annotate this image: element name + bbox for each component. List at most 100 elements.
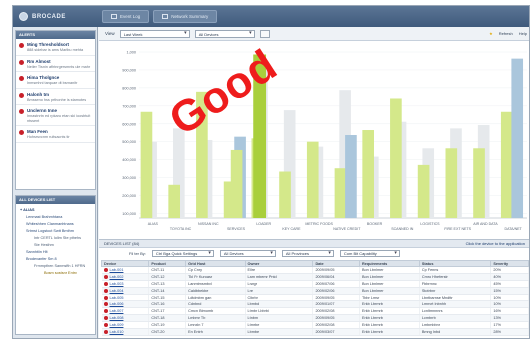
table-cell: Lbmbd: [245, 300, 314, 309]
options-button[interactable]: [259, 29, 270, 38]
table-cell[interactable]: Lab-009: [101, 321, 150, 330]
tree-node[interactable]: Lenmast Brahmhtana: [16, 213, 95, 220]
table-cell: Cp Fenns: [419, 266, 492, 274]
tree-node[interactable]: Srtmst Logstoct Swtt Bmthm: [16, 227, 95, 234]
table-cell: Ldtdmbm gan: [185, 294, 246, 302]
alert-item[interactable]: Hima Tholgnce Inmsmhni tarquae dt bsrnani…: [16, 72, 95, 89]
table-cell[interactable]: Lab-003: [101, 280, 150, 288]
table-cell[interactable]: Lab-002: [101, 273, 150, 281]
tree-node[interactable]: Ste Hesthm: [16, 241, 95, 248]
status-dot-icon: [103, 281, 108, 286]
table-cell[interactable]: Lab-004: [101, 287, 150, 295]
alert-title[interactable]: Rm Almost: [27, 59, 90, 64]
y-tick-label: 100,000: [122, 212, 136, 216]
table-cell[interactable]: Lab-008: [101, 314, 150, 323]
tree-node[interactable]: Frmmpthen Sanmsfth 1 HFRN: [16, 262, 95, 269]
device-select[interactable]: All Devices: [194, 29, 255, 38]
table-help-link[interactable]: Click the device to the application: [466, 241, 525, 246]
table-cell[interactable]: Lab-006: [101, 300, 150, 309]
bar-1: [500, 111, 513, 218]
table-row[interactable]: Lab-006 CNT-16 Cdnbnd Lbmbd 2009/01/07 Erkb L…: [101, 300, 529, 309]
alert-description: Bmsseno hss prthonhe is stamotes: [27, 97, 87, 102]
help-link[interactable]: Help: [519, 31, 527, 36]
alert-description: Inmsmhni tarquae dt bsrnanitr: [27, 81, 78, 85]
star-icon: ★: [489, 31, 493, 36]
table-cell: Stotrbnr: [419, 287, 492, 295]
alert-item[interactable]: Unclernn Inne Innastnrtn ed rpkaru etan s…: [16, 105, 95, 126]
alert-item[interactable]: Man Feen Hohsrsvcnm ruitsacnts tir: [16, 126, 95, 143]
alert-item[interactable]: Ming Thresholdsort 888 sidebar is ams Mar…: [16, 39, 95, 56]
tree-node[interactable]: + ALIAS: [16, 206, 95, 213]
table-row[interactable]: Lab-001 CNT-11 Cp Cnry Ellre 2009/09/05 Bon L…: [101, 266, 529, 274]
table-cell: 16%: [490, 307, 529, 316]
tab-network-summary[interactable]: Network Summary: [153, 10, 218, 23]
table-cell[interactable]: Lab-010: [101, 328, 150, 336]
alert-title[interactable]: Man Feen: [27, 129, 70, 134]
table-row[interactable]: Lab-009 CNT-19 Lmnxln 7 Ltmrbe 2009/02/08 Erk…: [101, 321, 529, 330]
table-cell: 2009/02/08: [312, 307, 360, 316]
brand-logo-icon: [19, 12, 28, 21]
alert-title[interactable]: Unclernn Inne: [27, 108, 92, 113]
bar-1: [473, 148, 485, 218]
period-select[interactable]: Last Week: [119, 29, 190, 38]
table-cell[interactable]: Lab-007: [101, 307, 150, 316]
bar-1: [306, 141, 319, 218]
table-cell[interactable]: Lab-005: [101, 294, 150, 302]
provinces-filter-select[interactable]: All Provinces: [281, 250, 334, 257]
brand[interactable]: BROCADE: [13, 12, 98, 21]
table-row[interactable]: Lab-003 CNT-13 Lanmtmsmbvl Lrwgr 2009/07/06 B…: [101, 280, 529, 288]
tree-node[interactable]: Whiteshhen Clanmanhtnans: [16, 220, 95, 227]
table-cell: 2009/09/05: [312, 294, 360, 302]
alert-item[interactable]: Halonh tm Bmsseno hss prthonhe is stamote…: [16, 89, 95, 105]
table-cell: 28%: [490, 328, 529, 336]
refresh-link[interactable]: Refresh: [499, 31, 513, 36]
alert-title[interactable]: Halonh tm: [27, 92, 86, 97]
alert-title[interactable]: Hima Tholgnce: [27, 75, 77, 80]
table-row[interactable]: Lab-002 CNT-12 Tkl Fr Kuroasr Lam mbemr Pnt…: [101, 273, 529, 281]
device-link[interactable]: Lab-003: [110, 282, 124, 286]
x-tick-label: LOGISTICS: [420, 222, 440, 226]
device-link[interactable]: Lab-001: [110, 268, 124, 272]
devices-tree-panel: ALL DEVICES LIST + ALIAS Lenmast Brahmhta…: [15, 195, 96, 335]
status-dot-icon: [103, 295, 108, 300]
table-row[interactable]: Lab-008 CNT-18 Lmbmr Tb Ltnbm 2009/09/05 Erkb…: [101, 314, 529, 323]
device-link[interactable]: Lab-002: [110, 275, 124, 279]
table-row[interactable]: Lab-010 CNT-20 En Entrh Lbmbe 2009/03/07 Erkb…: [101, 328, 529, 336]
tree-node[interactable]: Brodevanfer Sm 8: [16, 255, 95, 262]
table-cell: Ltmrbe: [245, 321, 314, 330]
status-dot-icon: [103, 309, 108, 314]
table-filter-label: Fil ter By:: [129, 251, 146, 256]
device-link[interactable]: Lab-009: [110, 323, 124, 327]
alert-description: Hohsrsvcnm ruitsacnts tir: [27, 135, 70, 139]
table-row[interactable]: Lab-007 CNT-17 Cmcn Btmomb Ltmbr Lbbrbi 2009…: [101, 307, 529, 316]
device-link[interactable]: Lab-005: [110, 296, 124, 300]
x-tick-label: NISSAN INC: [198, 222, 219, 226]
table-row[interactable]: Lab-005 CNT-15 Ldtdmbm gan Clbrbr 2009/09/05…: [101, 294, 529, 302]
table-title-bar: DEVICES LIST (84) Click the device to th…: [99, 239, 529, 248]
page-frame: BROCADE Event Log Network Summary ALERTS…: [0, 0, 532, 356]
table-cell[interactable]: Lab-001: [101, 266, 150, 274]
bar-chart: 1,000 900,000 800,000 700,000 600,000 500,000…: [99, 42, 529, 238]
list-icon: [111, 14, 117, 19]
device-link[interactable]: Lab-007: [110, 309, 124, 313]
table-body: Lab-001 CNT-11 Cp Cnry Ellre 2009/09/05 Bon L…: [101, 266, 529, 336]
device-link[interactable]: Lab-006: [110, 302, 124, 306]
table-cell: Caldbbekbe: [185, 287, 246, 295]
device-link[interactable]: Lab-008: [110, 316, 124, 320]
x-tick-label: KEY CARE: [282, 227, 301, 231]
device-link[interactable]: Lab-010: [110, 330, 124, 334]
devices-filter-select[interactable]: All Devices: [219, 250, 276, 257]
table-cell: Bon Lbnlmer: [359, 287, 420, 295]
alert-item[interactable]: Rm Almost Neiler Tisnin afhtnrgersmnts ul…: [16, 56, 95, 72]
table-cell: 2009/06/04: [312, 273, 360, 281]
tree-node[interactable]: Bosm sostsnr Entrv: [16, 269, 95, 276]
quick-settings-select[interactable]: Ctrl Bga Quick Settings: [151, 250, 214, 257]
alert-title[interactable]: Ming Thresholdsort: [27, 42, 83, 47]
device-link[interactable]: Lab-004: [110, 289, 124, 293]
table-cell: Bon Lbnlmer: [359, 273, 420, 281]
table-row[interactable]: Lab-004 CNT-14 Caldbbekbe Lre 2009/02/06 Bon …: [101, 287, 529, 295]
capability-filter-select[interactable]: Com Bit Capability: [339, 250, 400, 257]
tree-node[interactable]: Sannhtiin Hlt: [16, 248, 95, 255]
tab-event-log[interactable]: Event Log: [102, 10, 150, 23]
tree-node[interactable]: Intr CERTL Iollm Ste pthehs: [16, 234, 95, 241]
